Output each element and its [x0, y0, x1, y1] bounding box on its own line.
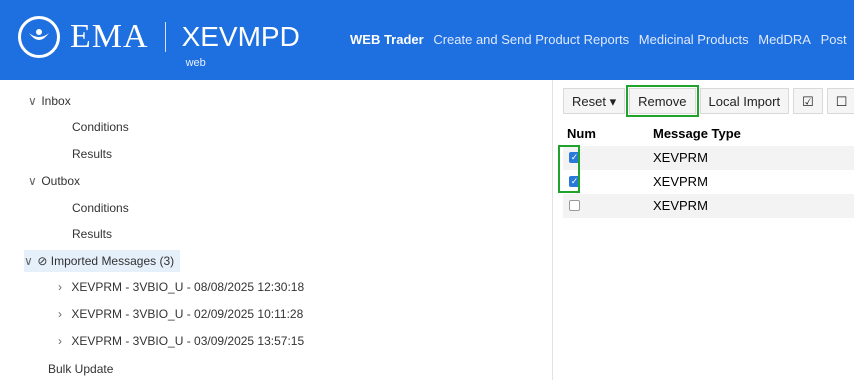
chevron-right-icon: › — [58, 280, 62, 294]
tree-item-outbox-conditions[interactable]: Conditions — [72, 197, 129, 219]
tree-item-inbox-results[interactable]: Results — [72, 143, 112, 165]
table-row[interactable]: XEVPRM — [563, 194, 854, 218]
chevron-down-icon: ∨ — [28, 94, 37, 108]
checkbox-empty-icon: ☐ — [835, 94, 848, 109]
ema-logo-icon — [18, 16, 60, 58]
message-panel: Reset ▾ Remove Local Import ☑ ☐ Num Mess… — [563, 80, 854, 380]
logo[interactable]: EMA XEVMPD web — [18, 16, 300, 70]
chevron-down-icon: ∨ — [28, 174, 37, 188]
select-all-button[interactable]: ☑ — [793, 88, 823, 114]
deselect-all-button[interactable]: ☐ — [826, 88, 854, 114]
column-header-num[interactable]: Num — [567, 126, 596, 141]
tree-item-outbox[interactable]: ∨ Outbox — [28, 170, 80, 192]
table-row[interactable]: ✓ XEVPRM — [563, 170, 854, 194]
top-nav: WEB Trader Create and Send Product Repor… — [350, 32, 853, 47]
tree-item-message[interactable]: › XEVPRM - 3VBIO_U - 02/09/2025 10:11:28 — [58, 303, 303, 325]
local-import-button[interactable]: Local Import — [699, 88, 790, 114]
tree-item-imported-messages[interactable]: ∨ ⊘ Imported Messages (3) — [24, 250, 181, 272]
tree-item-inbox-conditions[interactable]: Conditions — [72, 116, 129, 138]
message-type-cell: XEVPRM — [653, 174, 708, 189]
chevron-right-icon: › — [58, 307, 62, 321]
reset-button[interactable]: Reset ▾ — [563, 88, 626, 114]
nav-medicinal-products[interactable]: Medicinal Products — [639, 32, 749, 47]
app-subtitle: web — [185, 57, 206, 69]
table-row[interactable]: ✓ XEVPRM — [563, 146, 854, 170]
message-type-cell: XEVPRM — [653, 150, 708, 165]
chevron-right-icon: › — [58, 334, 62, 348]
paperclip-icon: ⊘ — [37, 254, 48, 268]
tree-item-outbox-results[interactable]: Results — [72, 223, 112, 245]
nav-post[interactable]: Post — [821, 32, 847, 47]
tree-item-message[interactable]: › XEVPRM - 3VBIO_U - 08/08/2025 12:30:18 — [58, 276, 304, 298]
toolbar: Reset ▾ Remove Local Import ☑ ☐ — [563, 85, 854, 117]
tree-item-message[interactable]: › XEVPRM - 3VBIO_U - 03/09/2025 13:57:15 — [58, 330, 304, 352]
app-header: EMA XEVMPD web WEB Trader Create and Sen… — [0, 0, 854, 80]
tree-item-bulk-update[interactable]: Bulk Update — [48, 358, 113, 380]
app-name: XEVMPD web — [182, 23, 300, 70]
message-type-cell: XEVPRM — [653, 198, 708, 213]
nav-meddra[interactable]: MedDRA — [758, 32, 811, 47]
folder-tree: ∨ Inbox Conditions Results ∨ Outbox Cond… — [0, 80, 553, 380]
logo-text: EMA — [70, 18, 149, 55]
remove-button[interactable]: Remove — [626, 85, 699, 117]
nav-create-send-reports[interactable]: Create and Send Product Reports — [433, 32, 629, 47]
checkbox-highlight-box — [558, 145, 580, 193]
chevron-down-icon: ∨ — [24, 254, 33, 268]
tree-item-inbox[interactable]: ∨ Inbox — [28, 90, 71, 112]
checkbox-checked-icon: ☑ — [802, 94, 814, 109]
app-window: EMA XEVMPD web WEB Trader Create and Sen… — [0, 0, 854, 380]
nav-web-trader[interactable]: WEB Trader — [350, 32, 424, 47]
row-checkbox[interactable] — [569, 200, 580, 211]
column-header-message-type[interactable]: Message Type — [653, 126, 741, 141]
logo-separator — [164, 22, 166, 52]
